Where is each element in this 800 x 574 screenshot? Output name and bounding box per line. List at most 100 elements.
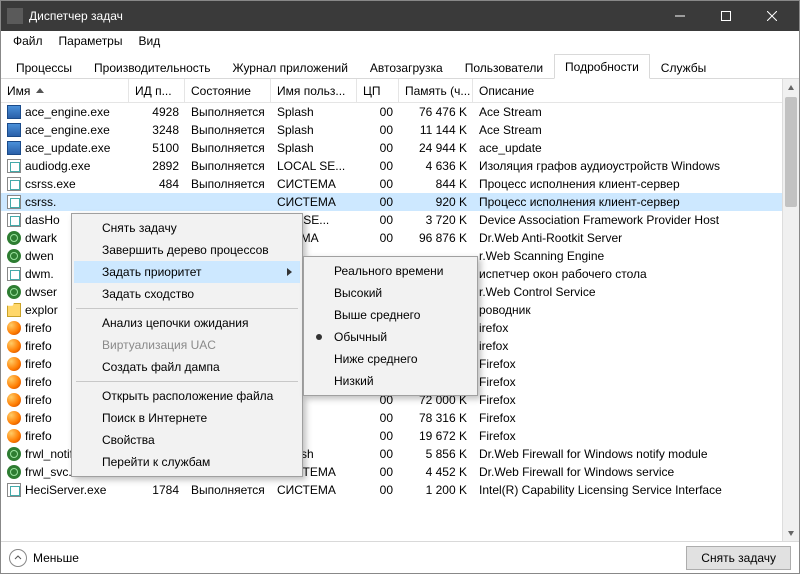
col-status[interactable]: Состояние	[185, 79, 271, 102]
fewer-details-button[interactable]: Меньше	[9, 549, 79, 567]
cell-user: LOCAL SE...	[271, 158, 357, 174]
tab-2[interactable]: Журнал приложений	[222, 55, 359, 79]
process-name: firefo	[25, 375, 52, 389]
table-row[interactable]: ace_engine.exe4928ВыполняетсяSplash0076 …	[1, 103, 799, 121]
col-memory[interactable]: Память (ч...	[399, 79, 473, 102]
menu-separator	[76, 381, 298, 382]
context-item[interactable]: Свойства	[74, 429, 300, 451]
col-user[interactable]: Имя польз...	[271, 79, 357, 102]
scrollbar-thumb[interactable]	[785, 97, 797, 207]
table-row[interactable]: ace_engine.exe3248ВыполняетсяSplash0011 …	[1, 121, 799, 139]
context-item[interactable]: Снять задачу	[74, 217, 300, 239]
process-name: HeciServer.exe	[25, 483, 106, 497]
table-row[interactable]: ace_update.exe5100ВыполняетсяSplash0024 …	[1, 139, 799, 157]
scroll-up-button[interactable]	[783, 79, 799, 96]
table-row[interactable]: csrss.СИСТЕМА00920 KПроцесс исполнения к…	[1, 193, 799, 211]
maximize-button[interactable]	[703, 1, 749, 31]
process-name: explor	[25, 303, 58, 317]
tab-0[interactable]: Процессы	[5, 55, 83, 79]
cell-description: испетчер окон рабочего стола	[473, 266, 799, 282]
cell-user: СИСТЕМА	[271, 176, 357, 192]
tab-3[interactable]: Автозагрузка	[359, 55, 454, 79]
cell-description: r.Web Control Service	[473, 284, 799, 300]
context-item[interactable]: Задать приоритет	[74, 261, 300, 283]
cell-description: irefox	[473, 338, 799, 354]
cell-description: Dr.Web Firewall for Windows service	[473, 464, 799, 480]
context-item[interactable]: Перейти к службам	[74, 451, 300, 473]
priority-item[interactable]: Обычный	[306, 326, 475, 348]
process-name: firefo	[25, 429, 52, 443]
process-icon	[7, 159, 21, 173]
tab-6[interactable]: Службы	[650, 55, 717, 79]
cell-pid: 3248	[129, 122, 185, 138]
priority-item[interactable]: Низкий	[306, 370, 475, 392]
process-name: ace_update.exe	[25, 141, 110, 155]
col-pid[interactable]: ИД п...	[129, 79, 185, 102]
context-item[interactable]: Создать файл дампа	[74, 356, 300, 378]
context-item[interactable]: Открыть расположение файла	[74, 385, 300, 407]
process-name: firefo	[25, 357, 52, 371]
context-item[interactable]: Завершить дерево процессов	[74, 239, 300, 261]
minimize-button[interactable]	[657, 1, 703, 31]
priority-item[interactable]: Реального времени	[306, 260, 475, 282]
cell-status: Выполняется	[185, 140, 271, 156]
context-item[interactable]: Анализ цепочки ожидания	[74, 312, 300, 334]
process-icon	[7, 483, 21, 497]
cell-memory: 76 476 K	[399, 104, 473, 120]
process-icon	[7, 231, 21, 245]
context-menu: Снять задачуЗавершить дерево процессовЗа…	[71, 213, 303, 477]
close-button[interactable]	[749, 1, 795, 31]
cell-memory: 19 672 K	[399, 428, 473, 444]
menubar: ФайлПараметрыВид	[1, 31, 799, 51]
priority-item[interactable]: Выше среднего	[306, 304, 475, 326]
menu-Параметры[interactable]: Параметры	[51, 32, 131, 50]
vertical-scrollbar[interactable]	[782, 79, 799, 541]
col-cpu[interactable]: ЦП	[357, 79, 399, 102]
menu-Вид[interactable]: Вид	[130, 32, 168, 50]
context-item[interactable]: Поиск в Интернете	[74, 407, 300, 429]
table-row[interactable]: audiodg.exe2892ВыполняетсяLOCAL SE...004…	[1, 157, 799, 175]
cell-description: irefox	[473, 320, 799, 336]
cell-cpu: 00	[357, 464, 399, 480]
cell-memory: 844 K	[399, 176, 473, 192]
cell-pid: 1784	[129, 482, 185, 498]
cell-pid	[129, 201, 185, 203]
cell-description: r.Web Scanning Engine	[473, 248, 799, 264]
cell-description: Intel(R) Capability Licensing Service In…	[473, 482, 799, 498]
cell-memory: 11 144 K	[399, 122, 473, 138]
cell-description: Dr.Web Anti-Rootkit Server	[473, 230, 799, 246]
cell-cpu: 00	[357, 158, 399, 174]
process-icon	[7, 357, 21, 371]
cell-cpu: 00	[357, 104, 399, 120]
cell-description: Процесс исполнения клиент-сервер	[473, 176, 799, 192]
menu-Файл[interactable]: Файл	[5, 32, 51, 50]
table-row[interactable]: HeciServer.exe1784ВыполняетсяСИСТЕМА001 …	[1, 481, 799, 499]
cell-description: Firefox	[473, 410, 799, 426]
cell-description: Device Association Framework Provider Ho…	[473, 212, 799, 228]
cell-cpu: 00	[357, 428, 399, 444]
scroll-down-button[interactable]	[783, 524, 799, 541]
end-task-button[interactable]: Снять задачу	[686, 546, 791, 570]
context-item[interactable]: Задать сходство	[74, 283, 300, 305]
footer-bar: Меньше Снять задачу	[1, 541, 799, 573]
process-name: dwm.	[25, 267, 54, 281]
process-icon	[7, 177, 21, 191]
priority-item[interactable]: Высокий	[306, 282, 475, 304]
process-icon	[7, 213, 21, 227]
priority-item[interactable]: Ниже среднего	[306, 348, 475, 370]
checked-dot-icon	[316, 334, 322, 340]
process-name: dasHo	[25, 213, 60, 227]
col-name[interactable]: Имя	[1, 79, 129, 102]
tab-4[interactable]: Пользователи	[454, 55, 554, 79]
grid-header: Имя ИД п... Состояние Имя польз... ЦП Па…	[1, 79, 799, 103]
tab-1[interactable]: Производительность	[83, 55, 221, 79]
priority-submenu: Реального времениВысокийВыше среднегоОбы…	[303, 256, 478, 396]
col-description[interactable]: Описание	[473, 79, 799, 102]
process-icon	[7, 105, 21, 119]
cell-memory: 96 876 K	[399, 230, 473, 246]
table-row[interactable]: csrss.exe484ВыполняетсяСИСТЕМА00844 KПро…	[1, 175, 799, 193]
process-name: firefo	[25, 411, 52, 425]
tab-5[interactable]: Подробности	[554, 54, 650, 79]
cell-memory: 4 636 K	[399, 158, 473, 174]
cell-status: Выполняется	[185, 176, 271, 192]
